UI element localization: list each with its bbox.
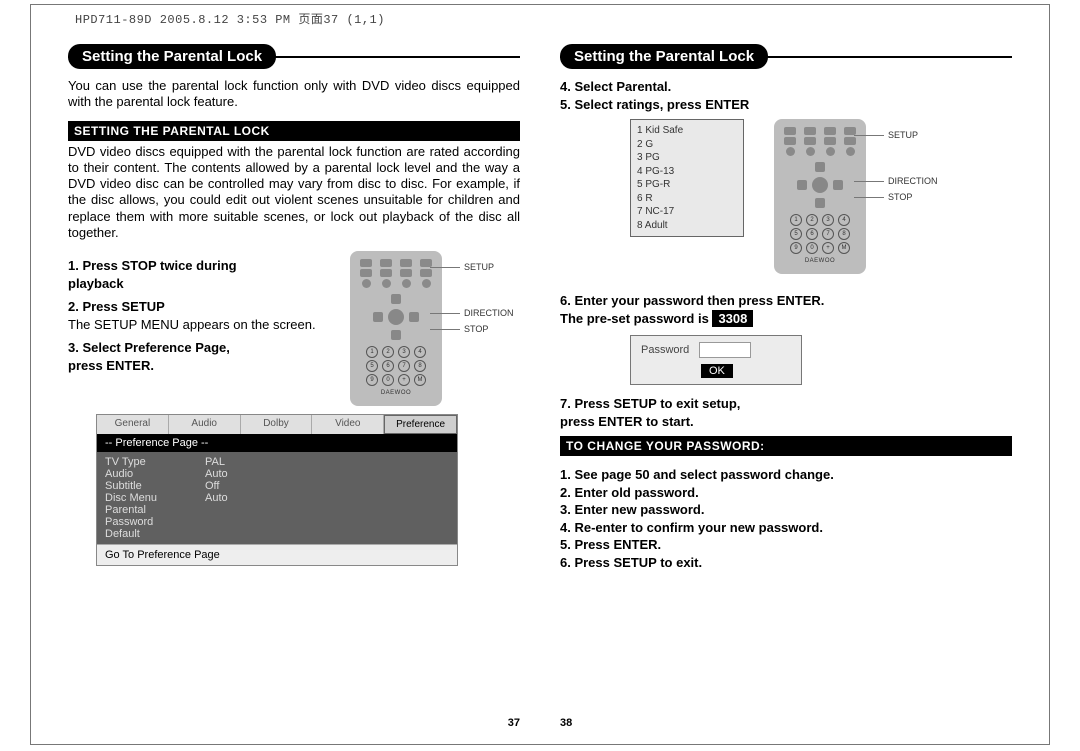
section-heading-left: Setting the Parental Lock	[68, 44, 520, 68]
cp4: 4. Re-enter to confirm your new password…	[560, 519, 1012, 537]
lead-stop-r	[854, 197, 884, 198]
setup-menu-illustration: General Audio Dolby Video Preference -- …	[96, 414, 458, 566]
menu-footer: Go To Preference Page	[97, 544, 457, 565]
label-direction-r: DIRECTION	[888, 176, 938, 186]
tab-preference: Preference	[384, 415, 457, 434]
rating-8: 8 Adult	[637, 219, 737, 233]
explanation-text: DVD video discs equipped with the parent…	[68, 144, 520, 242]
password-label: Password	[641, 344, 689, 356]
step6b-pre: The pre-set password is	[560, 311, 712, 326]
cp5: 5. Press ENTER.	[560, 536, 1012, 554]
lead-direction-r	[854, 181, 884, 182]
tab-audio: Audio	[169, 415, 241, 434]
step2-sub: The SETUP MENU appears on the screen.	[68, 317, 316, 332]
label-setup: SETUP	[464, 262, 494, 272]
subheading-setting: SETTING THE PARENTAL LOCK	[68, 121, 520, 141]
lead-stop	[430, 329, 460, 330]
cp3: 3. Enter new password.	[560, 501, 1012, 519]
tab-general: General	[97, 415, 169, 434]
step5: 5. Select ratings, press ENTER	[560, 97, 749, 112]
row-discmenu: Disc Menu	[105, 492, 205, 504]
tab-dolby: Dolby	[241, 415, 313, 434]
rating-6: 6 R	[637, 192, 737, 206]
password-ok: OK	[701, 364, 733, 378]
row-default: Default	[105, 528, 205, 540]
page-number-right: 38	[560, 717, 572, 729]
row-discmenu-val: Auto	[205, 492, 228, 504]
step4: 4. Select Parental.	[560, 79, 671, 94]
label-setup-r: SETUP	[888, 130, 918, 140]
rating-5: 5 PG-R	[637, 178, 737, 192]
cp2: 2. Enter old password.	[560, 484, 1012, 502]
row-subtitle-val: Off	[205, 480, 219, 492]
ratings-list: 1 Kid Safe 2 G 3 PG 4 PG-13 5 PG-R 6 R 7…	[630, 119, 744, 237]
step2: 2. Press SETUP	[68, 299, 165, 314]
row-password: Password	[105, 516, 205, 528]
row-parental: Parental	[105, 504, 205, 516]
steps-and-remote: 1. Press STOP twice during playback 2. P…	[68, 251, 520, 406]
lead-setup-r	[854, 135, 884, 136]
step7-line1: 7. Press SETUP to exit setup,	[560, 396, 740, 411]
rating-4: 4 PG-13	[637, 165, 737, 179]
label-direction: DIRECTION	[464, 308, 514, 318]
step6: 6. Enter your password then press ENTER.	[560, 293, 824, 308]
preset-password: 3308	[712, 310, 753, 327]
rating-7: 7 NC-17	[637, 205, 737, 219]
heading-pill: Setting the Parental Lock	[68, 44, 276, 69]
cp6: 6. Press SETUP to exit.	[560, 554, 1012, 572]
print-header: HPD711-89D 2005.8.12 3:53 PM 页面37 (1,1)	[75, 10, 385, 27]
rating-3: 3 PG	[637, 151, 737, 165]
password-dialog: Password OK	[630, 335, 802, 385]
step3-line2: press ENTER.	[68, 358, 154, 373]
lead-direction	[430, 313, 460, 314]
heading-pill: Setting the Parental Lock	[560, 44, 768, 69]
rating-1: 1 Kid Safe	[637, 124, 737, 138]
remote-illustration-right: 1234 5678 90+M DAEWOO	[774, 119, 866, 274]
step3-line1: 3. Select Preference Page,	[68, 340, 230, 355]
page-number-left: 37	[508, 717, 520, 729]
row-tvtype-val: PAL	[205, 456, 225, 468]
right-column: Setting the Parental Lock 4. Select Pare…	[560, 44, 1012, 731]
intro-text: You can use the parental lock function o…	[68, 78, 520, 111]
label-stop-r: STOP	[888, 192, 912, 202]
left-column: Setting the Parental Lock You can use th…	[68, 44, 520, 731]
step1-line1: 1. Press STOP twice during	[68, 258, 237, 273]
section-heading-right: Setting the Parental Lock	[560, 44, 1012, 68]
step7-line2: press ENTER to start.	[560, 414, 694, 429]
row-subtitle: Subtitle	[105, 480, 205, 492]
menu-title: -- Preference Page --	[97, 434, 457, 452]
row-tvtype: TV Type	[105, 456, 205, 468]
row-audio: Audio	[105, 468, 205, 480]
cp1: 1. See page 50 and select password chang…	[560, 466, 1012, 484]
menu-rows: TV TypePAL AudioAuto SubtitleOff Disc Me…	[97, 452, 457, 544]
row-audio-val: Auto	[205, 468, 228, 480]
lead-setup	[430, 267, 460, 268]
rating-2: 2 G	[637, 138, 737, 152]
menu-tabs: General Audio Dolby Video Preference	[97, 415, 457, 434]
step1-line2: playback	[68, 276, 124, 291]
label-stop: STOP	[464, 324, 488, 334]
tab-video: Video	[312, 415, 384, 434]
remote-illustration-left: 1234 5678 90+M DAEWOO	[350, 251, 442, 406]
password-input-illustration	[699, 342, 751, 358]
subheading-change-password: TO CHANGE YOUR PASSWORD:	[560, 436, 1012, 456]
two-column-layout: Setting the Parental Lock You can use th…	[68, 44, 1012, 731]
